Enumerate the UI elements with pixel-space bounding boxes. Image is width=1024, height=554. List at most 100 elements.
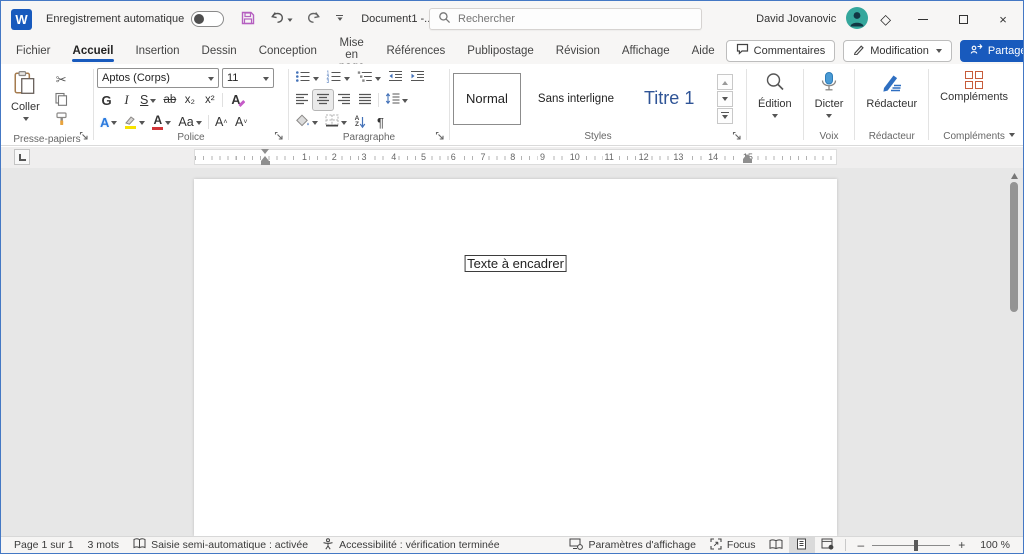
ribbon-tab[interactable]: Insertion	[124, 37, 190, 64]
font-dialog-launcher[interactable]	[274, 131, 284, 141]
proofing-status[interactable]: Saisie semi-automatique : activée	[126, 537, 315, 553]
document-page[interactable]: Texte à encadrer	[194, 179, 837, 536]
diamond-icon[interactable]: ◇	[880, 11, 891, 28]
zoom-level-button[interactable]: 100 %	[973, 537, 1017, 553]
align-left-button[interactable]	[292, 90, 312, 110]
numbering-button[interactable]: 123	[323, 68, 353, 88]
underline-button[interactable]: S	[137, 90, 159, 110]
superscript-button[interactable]: x²	[200, 90, 219, 110]
share-button[interactable]: Partager	[959, 39, 1023, 62]
zoom-slider[interactable]	[872, 539, 951, 551]
ribbon-tab[interactable]: Accueil	[62, 37, 125, 64]
multilevel-list-button[interactable]	[354, 68, 384, 88]
vertical-scrollbar[interactable]	[1007, 168, 1021, 536]
ribbon-tab[interactable]: Références	[375, 37, 456, 64]
save-button[interactable]	[238, 8, 258, 31]
format-painter-button[interactable]	[51, 110, 72, 130]
show-formatting-button[interactable]: ¶	[371, 112, 390, 132]
styles-dialog-launcher[interactable]	[732, 131, 742, 141]
style-chip[interactable]: Normal	[453, 72, 521, 125]
ribbon-tab[interactable]: Dessin	[191, 37, 248, 64]
close-button[interactable]: ×	[983, 1, 1023, 37]
sort-button[interactable]: AZ	[351, 112, 370, 132]
maximize-button[interactable]	[943, 1, 983, 37]
first-line-indent-icon[interactable]	[261, 149, 269, 154]
customize-toolbar-button[interactable]	[333, 13, 345, 26]
paste-button[interactable]: Coller	[4, 68, 47, 134]
shading-button[interactable]	[292, 112, 321, 132]
minimize-button[interactable]	[903, 1, 943, 37]
word-logo-icon[interactable]: W	[11, 8, 32, 30]
editor-button[interactable]: Rédacteur	[858, 68, 925, 129]
styles-scroll-up-button[interactable]	[717, 74, 734, 90]
left-indent-icon[interactable]	[261, 161, 270, 165]
italic-button[interactable]: I	[117, 90, 136, 110]
ribbon-tab[interactable]: Publipostage	[456, 37, 545, 64]
ribbon-tab[interactable]: Mise en page	[328, 37, 376, 73]
ribbon-tab[interactable]: Fichier	[5, 37, 62, 64]
comments-button[interactable]: Commentaires	[725, 39, 836, 62]
highlight-button[interactable]	[121, 112, 148, 132]
change-case-button[interactable]: Aa	[175, 112, 204, 132]
clear-formatting-button[interactable]: A	[226, 90, 245, 110]
accessibility-status[interactable]: Accessibilité : vérification terminée	[315, 537, 506, 553]
zoom-slider-thumb[interactable]	[913, 539, 918, 551]
paragraph-dialog-launcher[interactable]	[435, 131, 445, 141]
ribbon-tab[interactable]: Révision	[545, 37, 611, 64]
styles-scroll-down-button[interactable]	[717, 91, 734, 107]
cut-button[interactable]: ✂	[51, 70, 72, 90]
align-center-button[interactable]	[312, 89, 334, 111]
decrease-indent-button[interactable]	[385, 68, 406, 88]
ribbon-tab[interactable]: Conception	[248, 37, 328, 64]
align-right-button[interactable]	[334, 90, 354, 110]
right-indent-marker[interactable]	[743, 154, 752, 163]
font-name-select[interactable]: Aptos (Corps)	[97, 68, 219, 88]
bold-button[interactable]: G	[97, 90, 116, 110]
strikethrough-button[interactable]: ab	[160, 90, 179, 110]
redo-button[interactable]	[304, 8, 324, 31]
clipboard-dialog-launcher[interactable]	[79, 131, 89, 141]
page-count-status[interactable]: Page 1 sur 1	[7, 537, 81, 553]
search-box[interactable]	[429, 8, 702, 30]
style-chip[interactable]: Titre 1	[630, 72, 708, 125]
scrollbar-thumb[interactable]	[1010, 182, 1018, 312]
word-count-status[interactable]: 3 mots	[81, 537, 127, 553]
ribbon-tab[interactable]: Affichage	[611, 37, 681, 64]
collapse-ribbon-button[interactable]	[1009, 126, 1015, 141]
focus-mode-button[interactable]: Focus	[703, 537, 763, 553]
dictate-button[interactable]: Dicter	[807, 68, 852, 129]
addins-button[interactable]: Compléments	[932, 68, 1016, 129]
document-title[interactable]: Document1 -...	[361, 13, 433, 25]
left-indent-marker[interactable]	[261, 149, 270, 165]
avatar[interactable]	[846, 6, 869, 32]
text-effects-button[interactable]: A	[97, 112, 120, 132]
autosave-toggle[interactable]	[191, 11, 225, 27]
print-layout-button[interactable]	[788, 537, 815, 553]
font-size-select[interactable]: 11	[222, 68, 274, 88]
user-name[interactable]: David Jovanovic	[756, 13, 836, 25]
subscript-button[interactable]: x₂	[180, 90, 199, 110]
shrink-font-button[interactable]: A ˅	[232, 112, 251, 132]
font-color-button[interactable]: A	[149, 112, 174, 132]
zoom-in-button[interactable]: +	[956, 538, 967, 552]
display-settings-button[interactable]: Paramètres d'affichage	[562, 537, 702, 553]
read-mode-button[interactable]	[763, 537, 789, 553]
undo-button[interactable]	[267, 8, 295, 31]
copy-button[interactable]	[51, 90, 72, 110]
boxed-text[interactable]: Texte à encadrer	[464, 255, 567, 272]
line-spacing-button[interactable]	[382, 90, 411, 110]
search-input[interactable]	[458, 13, 658, 25]
style-chip[interactable]: Sans interligne	[524, 72, 627, 125]
editing-mode-button[interactable]: Modification	[843, 39, 952, 62]
increase-indent-button[interactable]	[407, 68, 428, 88]
ruler-band[interactable]: 1 2 3 4 5 6 7 8 9 10 11 12 13 14 15	[194, 149, 837, 165]
editing-menu-button[interactable]: Édition	[750, 68, 800, 129]
ribbon-tab[interactable]: Aide	[681, 37, 726, 64]
web-layout-button[interactable]	[815, 537, 841, 553]
grow-font-button[interactable]: A ˄	[212, 112, 231, 132]
justify-button[interactable]	[355, 90, 375, 110]
bullets-button[interactable]	[292, 68, 322, 88]
styles-gallery-more-button[interactable]	[717, 108, 734, 124]
zoom-out-button[interactable]: –	[856, 538, 867, 552]
tab-selector[interactable]	[14, 149, 30, 165]
